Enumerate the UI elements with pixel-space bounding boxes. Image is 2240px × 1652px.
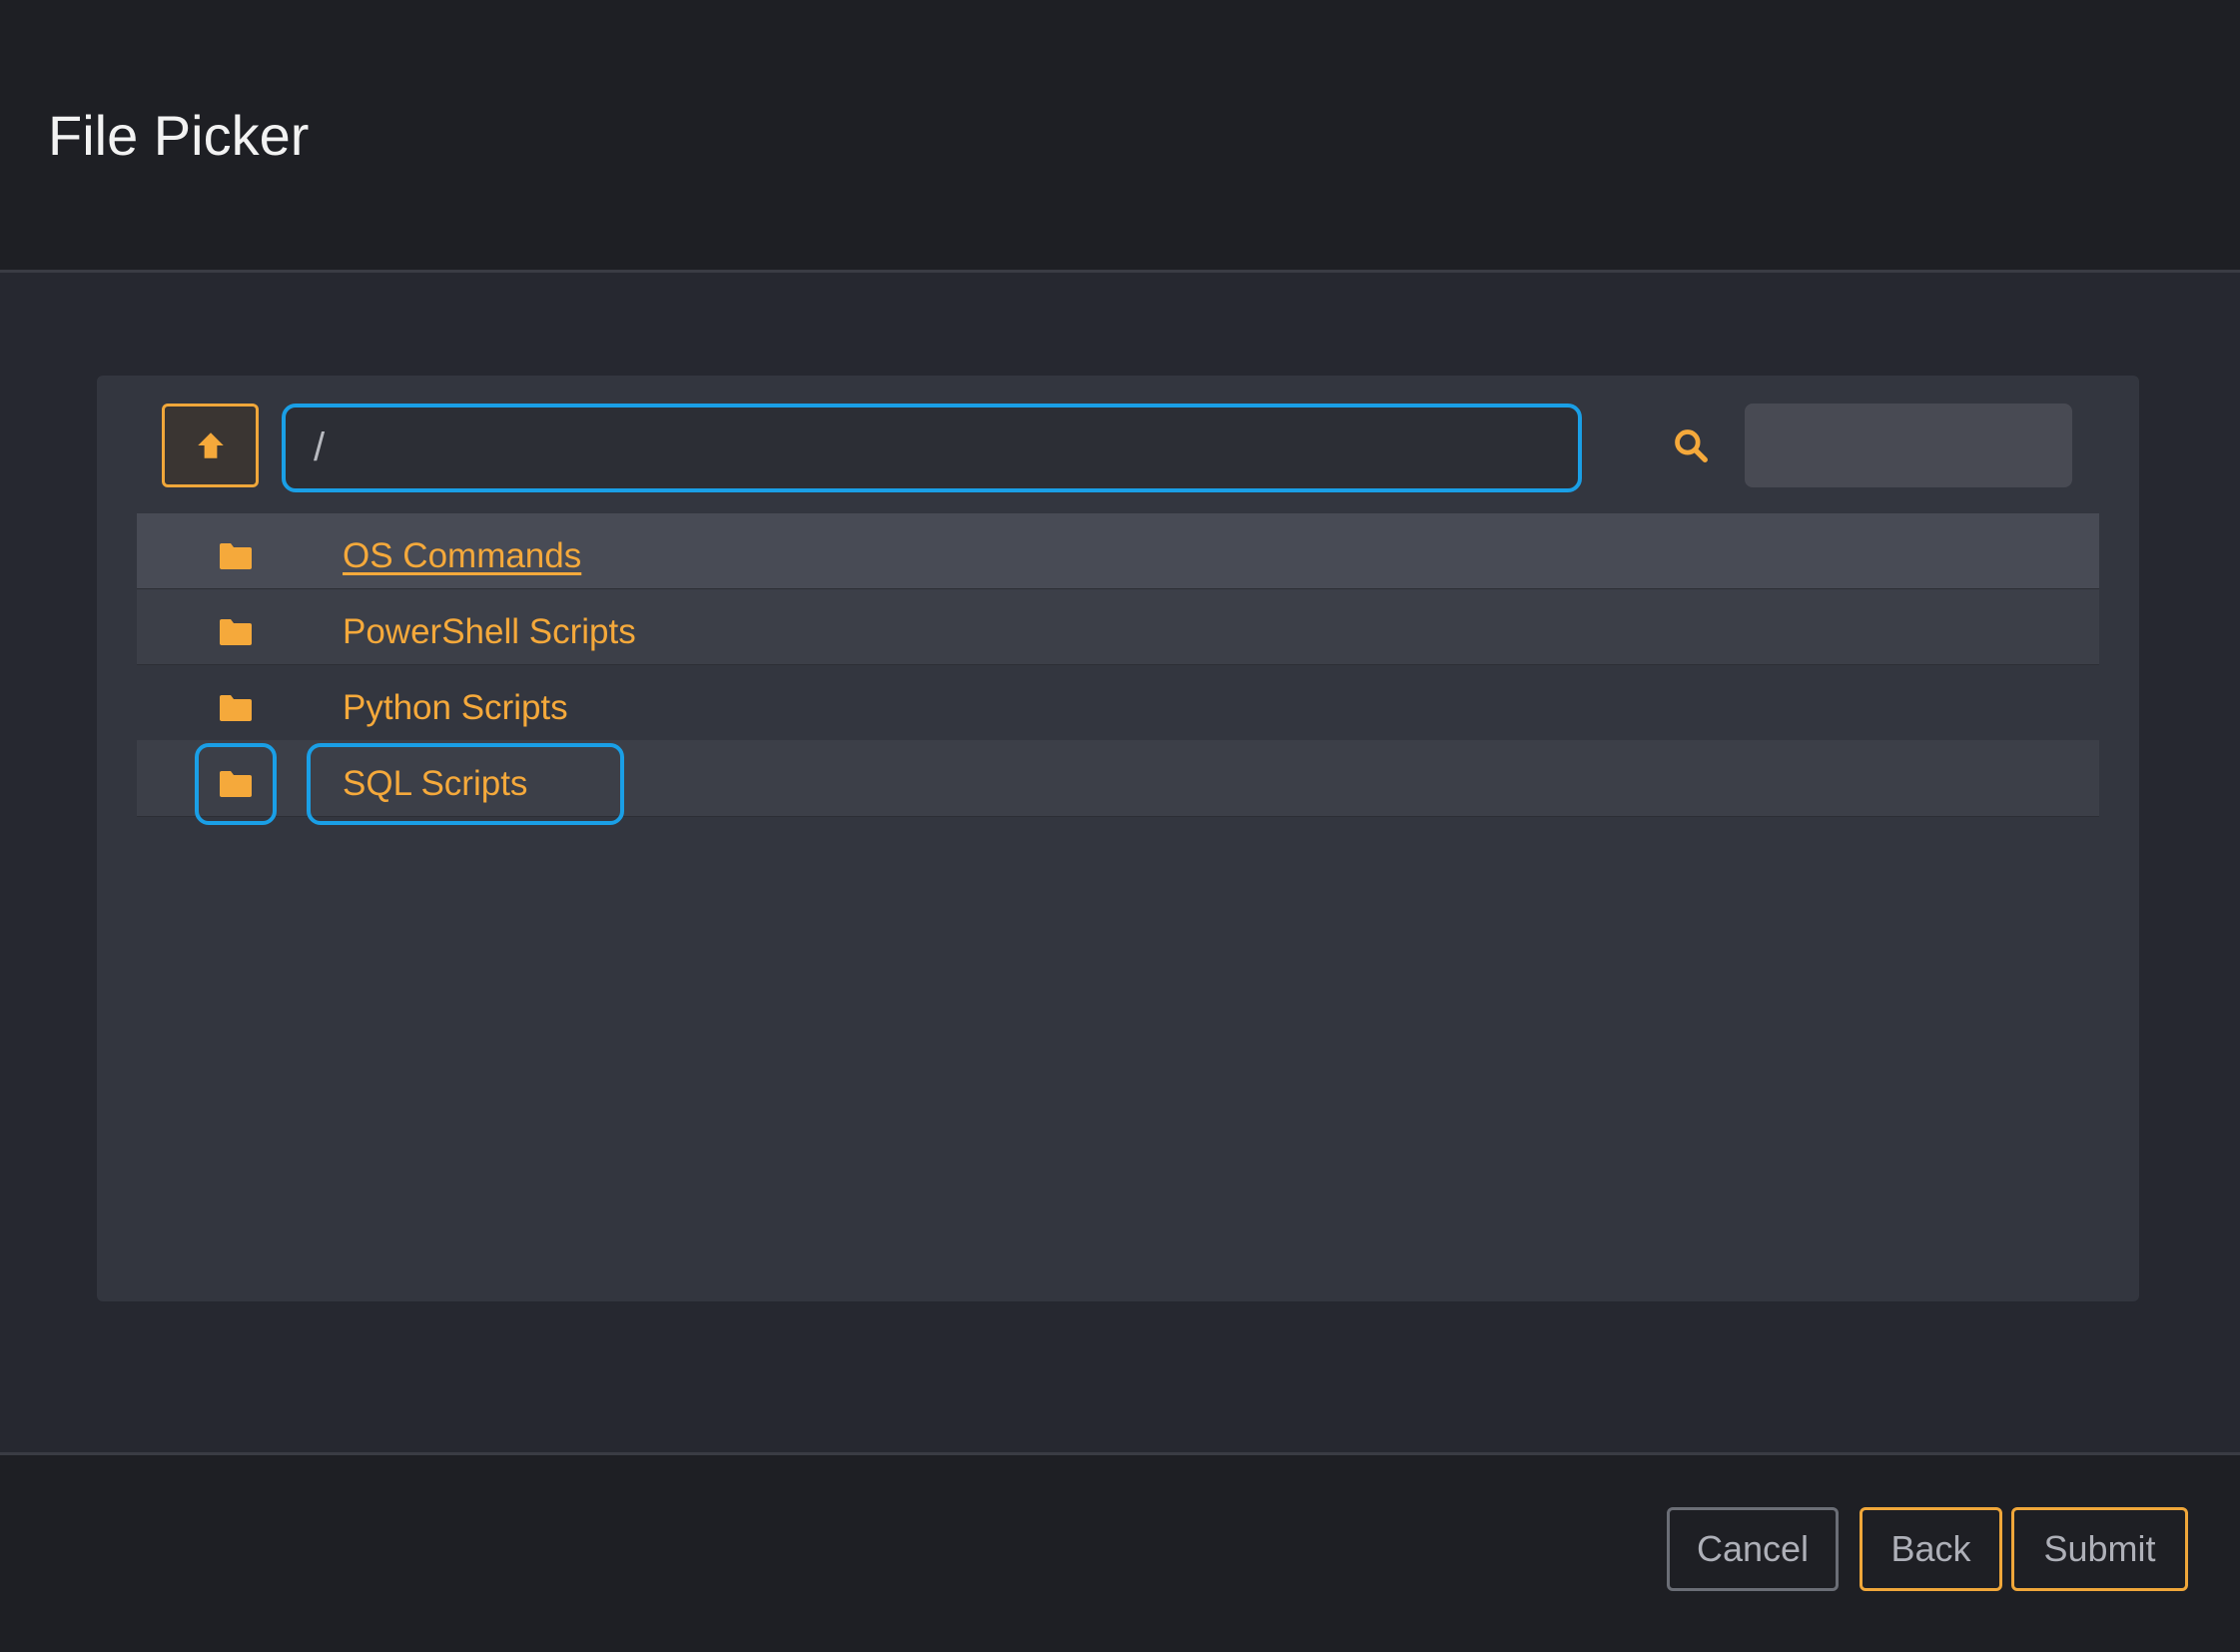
dialog-title: File Picker xyxy=(48,104,310,167)
path-input[interactable] xyxy=(282,404,1582,492)
parent-directory-button[interactable] xyxy=(162,404,259,487)
folder-icon xyxy=(195,515,277,597)
cancel-button[interactable]: Cancel xyxy=(1667,1507,1839,1591)
back-button[interactable]: Back xyxy=(1860,1507,2002,1591)
folder-name-wrap: Python Scripts xyxy=(307,667,568,749)
file-picker-dialog: File Picker / OS Commands PowerShell Scr… xyxy=(0,0,2240,1652)
arrow-up-icon xyxy=(197,432,224,458)
dialog-body: OS Commands PowerShell Scripts xyxy=(0,273,2240,1452)
list-item[interactable]: OS Commands xyxy=(137,513,2099,589)
dialog-footer: Cancel Back Submit xyxy=(0,1452,2240,1652)
folder-name[interactable]: SQL Scripts xyxy=(343,764,527,804)
folder-name[interactable]: Python Scripts xyxy=(343,688,568,728)
folder-name[interactable]: PowerShell Scripts xyxy=(343,612,636,652)
submit-button[interactable]: Submit xyxy=(2011,1507,2188,1591)
folder-name-wrap: OS Commands xyxy=(307,515,581,597)
dialog-header: File Picker xyxy=(0,0,2240,273)
folder-list: OS Commands PowerShell Scripts Python Sc… xyxy=(137,513,2099,825)
folder-icon xyxy=(195,591,277,673)
folder-icon xyxy=(195,667,277,749)
search-input[interactable] xyxy=(1745,404,2072,487)
folder-name-wrap: PowerShell Scripts xyxy=(307,591,636,673)
list-item[interactable]: SQL Scripts xyxy=(137,741,2099,825)
list-item[interactable]: Python Scripts xyxy=(137,665,2099,741)
folder-name-wrap[interactable]: SQL Scripts xyxy=(307,743,624,825)
list-item[interactable]: PowerShell Scripts xyxy=(137,589,2099,665)
folder-name[interactable]: OS Commands xyxy=(343,536,581,576)
folder-icon[interactable] xyxy=(195,743,277,825)
file-browser-panel: OS Commands PowerShell Scripts xyxy=(97,376,2139,1301)
search-icon[interactable] xyxy=(1663,415,1719,475)
